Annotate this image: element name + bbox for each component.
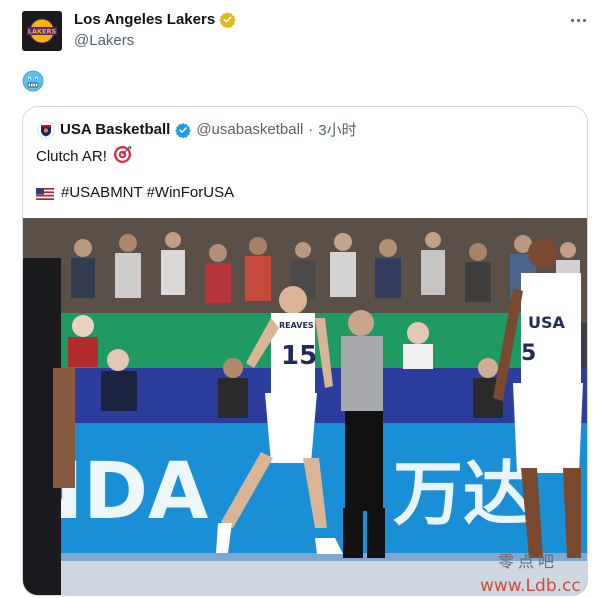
quoted-photo[interactable]: NDA 万达 15 REAVES USA 5: [23, 218, 587, 595]
blue-verified-badge-icon: [175, 122, 192, 138]
quoted-timestamp[interactable]: 3小时: [318, 119, 356, 140]
watermark-line-1: 零点吧: [498, 552, 559, 571]
more-options-icon[interactable]: [566, 10, 590, 30]
quoted-header: USA Basketball @usabasketball · 3小时: [37, 119, 357, 140]
court-ad-right: 万达: [393, 453, 533, 535]
direct-hit-target-icon: [113, 145, 132, 168]
tweet: LAKERS Los Angeles Lakers @Lakers USA Ba…: [0, 0, 602, 598]
jersey-number-5: 5: [521, 341, 536, 366]
quoted-text-line-2: #USABMNT #WinForUSA: [36, 184, 234, 201]
us-flag-icon: [36, 187, 54, 200]
quoted-text: Clutch AR!: [36, 148, 107, 165]
jersey-name: REAVES: [279, 321, 314, 330]
gold-verified-badge-icon: [219, 11, 236, 29]
quoted-tweet-card[interactable]: USA Basketball @usabasketball · 3小时 Clut…: [22, 106, 588, 596]
quoted-text-line-1: Clutch AR!: [36, 145, 132, 168]
quoted-author-avatar[interactable]: [37, 120, 55, 139]
watermark: 零点吧 www.Ldb.cc: [460, 548, 600, 598]
freezing-face-emoji-icon: [22, 70, 44, 92]
hashtags[interactable]: #USABMNT #WinForUSA: [61, 184, 234, 201]
author-name[interactable]: Los Angeles Lakers: [74, 11, 215, 28]
quoted-author-handle[interactable]: @usabasketball: [196, 121, 303, 138]
separator-dot: ·: [308, 121, 314, 138]
author-avatar[interactable]: LAKERS: [22, 11, 62, 51]
avatar-logo-text: LAKERS: [28, 28, 57, 36]
quoted-author-name[interactable]: USA Basketball: [60, 121, 170, 138]
author-name-row[interactable]: Los Angeles Lakers: [74, 11, 236, 29]
jersey-number-15: 15: [281, 341, 317, 371]
watermark-line-2: www.Ldb.cc: [480, 576, 581, 596]
author-handle[interactable]: @Lakers: [74, 32, 134, 49]
jersey-team: USA: [528, 313, 566, 332]
